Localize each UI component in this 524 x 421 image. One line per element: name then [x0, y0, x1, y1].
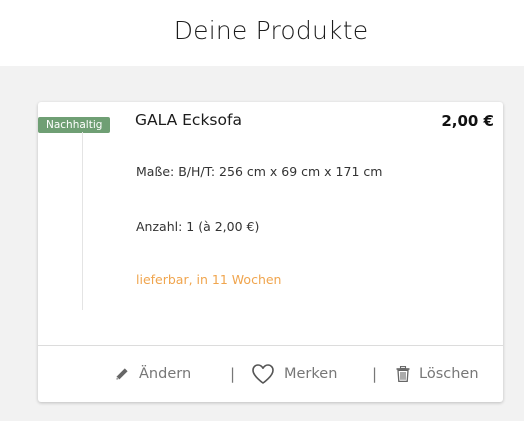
edit-button[interactable]: Ändern	[114, 361, 191, 387]
sustainability-badge: Nachhaltig	[38, 117, 111, 133]
trash-icon	[396, 366, 410, 382]
heart-icon	[251, 363, 275, 385]
product-name-link[interactable]: GALA Ecksofa	[135, 111, 242, 129]
delete-button[interactable]: Löschen	[396, 361, 479, 387]
save-label: Merken	[284, 366, 338, 382]
product-quantity: Anzahl: 1 (à 2,00 €)	[136, 219, 260, 234]
action-separator: |	[372, 365, 378, 383]
product-card: Nachhaltig GALA Ecksofa 2,00 € Maße: B/H…	[38, 102, 503, 402]
product-actions: Ändern | Merken | Löschen	[38, 346, 503, 402]
save-to-wishlist-button[interactable]: Merken	[251, 361, 337, 387]
page-title: Deine Produkte	[173, 16, 369, 45]
product-dimensions: Maße: B/H/T: 256 cm x 69 cm x 171 cm	[136, 164, 383, 179]
pencil-icon	[114, 366, 130, 382]
delete-label: Löschen	[419, 366, 479, 382]
action-separator: |	[230, 365, 236, 383]
edit-label: Ändern	[139, 366, 192, 382]
product-price: 2,00 €	[441, 112, 494, 130]
image-divider	[82, 132, 83, 310]
delivery-availability: lieferbar, in 11 Wochen	[136, 272, 282, 287]
page-header: Deine Produkte	[0, 0, 524, 66]
